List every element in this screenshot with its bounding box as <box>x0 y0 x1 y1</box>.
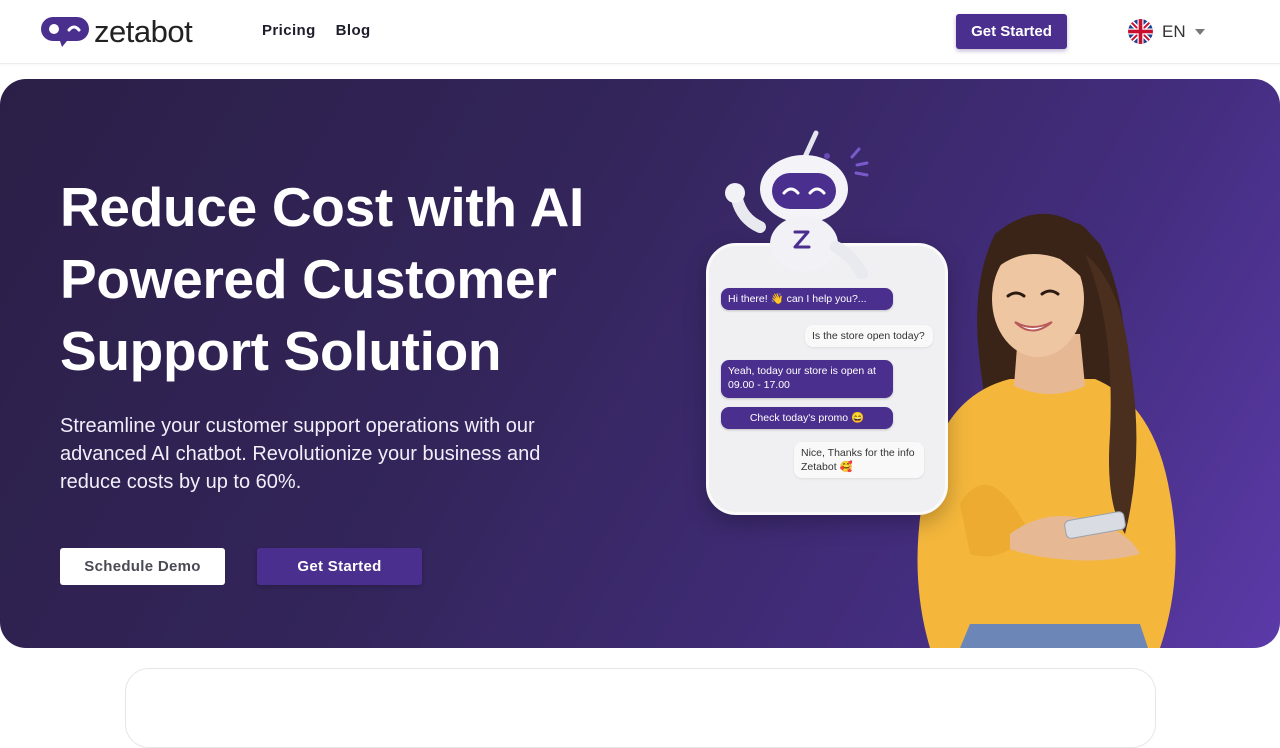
main-nav: Pricing Blog <box>262 22 371 39</box>
chat-message-user: Is the store open today? <box>805 325 933 347</box>
chat-bubble-logo-icon <box>41 17 89 47</box>
hero-illustration: Hi there! 👋 can I help you?... Is the st… <box>690 109 1230 648</box>
language-selector[interactable]: EN <box>1128 19 1205 44</box>
robot-mascot-icon <box>725 130 869 279</box>
chat-message-bot: Hi there! 👋 can I help you?... <box>721 288 893 310</box>
hero-get-started-button[interactable]: Get Started <box>257 548 422 585</box>
logo-text: zetabot <box>94 14 193 49</box>
chat-message-user: Nice, Thanks for the info Zetabot 🥰 <box>794 442 924 478</box>
language-label: EN <box>1162 21 1186 41</box>
zetabot-logo[interactable]: zetabot <box>40 14 193 50</box>
chat-message-bot: Yeah, today our store is open at 09.00 -… <box>721 360 893 398</box>
nav-blog[interactable]: Blog <box>336 22 371 39</box>
header-get-started-button[interactable]: Get Started <box>956 14 1067 49</box>
schedule-demo-button[interactable]: Schedule Demo <box>60 548 225 585</box>
chat-window-illustration: Hi there! 👋 can I help you?... Is the st… <box>706 243 948 515</box>
hero-subtitle: Streamline your customer support operati… <box>60 415 541 493</box>
chat-message-bot: Check today's promo 😄 <box>721 407 893 429</box>
site-header: zetabot Pricing Blog Get Started EN <box>0 0 1280 64</box>
feature-card <box>125 668 1156 748</box>
hero-title: Reduce Cost with AI Powered Customer Sup… <box>60 176 584 382</box>
chevron-down-icon <box>1194 28 1205 35</box>
hero-section: Reduce Cost with AI Powered Customer Sup… <box>0 79 1280 648</box>
uk-flag-icon <box>1128 19 1153 44</box>
nav-pricing[interactable]: Pricing <box>262 22 316 39</box>
